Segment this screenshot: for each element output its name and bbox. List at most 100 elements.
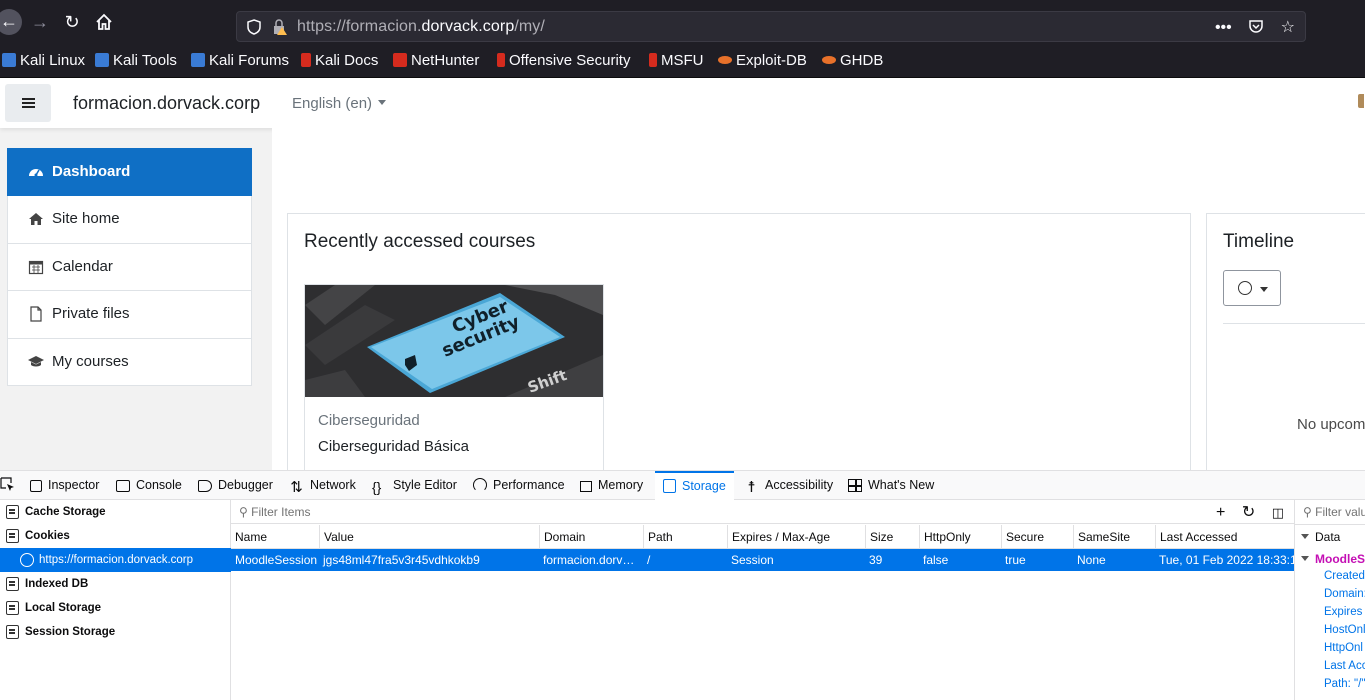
- tree-item-indexed-db[interactable]: Indexed DB: [0, 572, 231, 596]
- column-header-last-accessed[interactable]: Last Accessed: [1155, 525, 1294, 549]
- tab-memory[interactable]: Memory: [580, 471, 643, 500]
- storage-type-icon: [6, 601, 19, 615]
- storage-type-icon: [6, 505, 19, 519]
- prop-domain: Domain:: [1324, 588, 1365, 600]
- divider: [1223, 323, 1365, 324]
- shield-icon[interactable]: [247, 19, 261, 35]
- cell-samesite: None: [1077, 553, 1106, 567]
- column-header-path[interactable]: Path: [643, 525, 727, 549]
- bookmark-star-icon[interactable]: ☆: [1281, 17, 1295, 37]
- browser-toolbar: ← → ↻ https://formacion.dorvack.corp/my/…: [0, 0, 1365, 44]
- session-node[interactable]: MoodleSe: [1301, 552, 1365, 566]
- toggle-sidebar-icon[interactable]: ◫: [1272, 505, 1284, 521]
- bookmark-nethunter[interactable]: NetHunter: [393, 52, 479, 69]
- site-name-link[interactable]: formacion.dorvack.corp: [73, 93, 260, 114]
- prop-created: Created:: [1324, 570, 1365, 582]
- tab-storage[interactable]: Storage: [655, 471, 734, 500]
- bookmark-kali-forums[interactable]: Kali Forums: [191, 52, 289, 69]
- pocket-icon[interactable]: [1248, 18, 1264, 37]
- lock-warning-icon[interactable]: [273, 19, 287, 35]
- tab-network[interactable]: ⇅ Network: [289, 471, 356, 500]
- column-header-samesite[interactable]: SameSite: [1073, 525, 1155, 549]
- nethunter-icon: [393, 53, 407, 67]
- tab-inspector[interactable]: Inspector: [30, 471, 99, 500]
- column-header-size[interactable]: Size: [865, 525, 919, 549]
- add-item-icon[interactable]: +: [1216, 504, 1225, 522]
- filter-items-input[interactable]: ⚲ Filter Items: [239, 505, 310, 519]
- kali-dragon-icon: [191, 53, 205, 67]
- calendar-icon: [28, 260, 44, 274]
- course-card[interactable]: Cyber security Shift Ciberseguridad Cibe…: [304, 284, 604, 470]
- column-header-value[interactable]: Value: [319, 525, 539, 549]
- column-header-domain[interactable]: Domain: [539, 525, 643, 549]
- tree-item-session-storage[interactable]: Session Storage: [0, 620, 231, 644]
- bookmark-kali-docs[interactable]: Kali Docs: [301, 52, 378, 69]
- exploit-db-icon: [822, 56, 836, 64]
- column-header-secure[interactable]: Secure: [1001, 525, 1073, 549]
- tree-item-cookies[interactable]: Cookies: [0, 524, 231, 548]
- url-bar[interactable]: https://formacion.dorvack.corp/my/ ••• ☆: [236, 11, 1306, 42]
- sidebar-item-private-files[interactable]: Private files: [7, 291, 252, 339]
- filter-bar: ⚲ Filter Items + ↻ ◫: [231, 500, 1294, 524]
- bookmark-exploit-db[interactable]: Exploit-DB: [718, 52, 807, 69]
- cell-name: MoodleSession: [235, 553, 318, 567]
- sidebar-item-dashboard[interactable]: Dashboard: [7, 148, 252, 196]
- home-icon: [29, 213, 43, 225]
- back-button[interactable]: ←: [0, 9, 22, 35]
- language-menu[interactable]: English (en): [292, 95, 387, 112]
- url-text[interactable]: https://formacion.dorvack.corp/my/: [297, 18, 545, 36]
- element-picker-button[interactable]: [0, 471, 21, 500]
- tab-debugger[interactable]: Debugger: [198, 471, 273, 500]
- course-image[interactable]: Cyber security Shift: [305, 285, 603, 397]
- timeline-block: Timeline No upcom: [1206, 213, 1365, 470]
- prop-hostonly: HostOnl: [1324, 624, 1365, 636]
- refresh-icon[interactable]: ↻: [1242, 502, 1255, 522]
- storage-icon: [663, 479, 676, 493]
- offsec-icon: [649, 53, 657, 67]
- reload-button[interactable]: ↻: [60, 10, 84, 34]
- bookmarks-toolbar: Kali Linux Kali Tools Kali Forums Kali D…: [0, 44, 1365, 78]
- home-button[interactable]: [92, 10, 116, 34]
- bookmark-offensive-security[interactable]: Offensive Security: [497, 52, 630, 69]
- tree-item-cookie-host[interactable]: https://formacion.dorvack.corp: [0, 548, 231, 572]
- caret-down-icon: [378, 100, 387, 105]
- exploit-db-icon: [718, 56, 732, 64]
- storage-tree: Cache Storage Cookies https://formacion.…: [0, 500, 231, 700]
- data-section-header[interactable]: Data: [1301, 530, 1340, 544]
- sidebar-item-my-courses[interactable]: My courses: [7, 338, 252, 386]
- bookmark-kali-tools[interactable]: Kali Tools: [95, 52, 177, 69]
- timeline-filter-button[interactable]: [1223, 270, 1281, 306]
- forward-button[interactable]: →: [28, 10, 52, 34]
- column-header-expires[interactable]: Expires / Max-Age: [727, 525, 865, 549]
- style-editor-icon: {}: [372, 479, 382, 495]
- prop-httponly: HttpOnl: [1324, 642, 1363, 654]
- globe-icon: [20, 553, 34, 567]
- web-page: formacion.dorvack.corp English (en) Dash…: [0, 78, 1365, 470]
- sidebar-item-site-home[interactable]: Site home: [7, 196, 252, 244]
- prop-expires: Expires /: [1324, 606, 1365, 618]
- filter-values-input[interactable]: ⚲ Filter valu: [1303, 505, 1365, 519]
- course-category: Ciberseguridad: [318, 412, 420, 429]
- tab-accessibility[interactable]: ☨ Accessibility: [744, 471, 833, 500]
- tab-whats-new[interactable]: What's New: [848, 471, 934, 500]
- tree-item-local-storage[interactable]: Local Storage: [0, 596, 231, 620]
- tab-performance[interactable]: Performance: [473, 471, 565, 500]
- no-upcoming-text: No upcom: [1297, 416, 1365, 433]
- column-header-httponly[interactable]: HttpOnly: [919, 525, 1001, 549]
- sidebar-item-calendar[interactable]: Calendar: [7, 243, 252, 291]
- table-row[interactable]: MoodleSession jgs48ml47fra5v3r45vdhkokb9…: [231, 549, 1294, 571]
- gift-icon: [848, 479, 862, 492]
- tree-item-cache-storage[interactable]: Cache Storage: [0, 500, 231, 524]
- bookmark-kali-linux[interactable]: Kali Linux: [2, 52, 85, 69]
- column-header-name[interactable]: Name: [231, 525, 319, 549]
- bookmark-ghdb[interactable]: GHDB: [822, 52, 883, 69]
- course-name-link[interactable]: Ciberseguridad Básica: [318, 438, 469, 455]
- tab-console[interactable]: Console: [116, 471, 182, 500]
- bookmark-msfu[interactable]: MSFU: [649, 52, 704, 69]
- memory-icon: [580, 481, 592, 492]
- user-menu-icon[interactable]: [1358, 94, 1364, 108]
- tab-style-editor[interactable]: {} Style Editor: [372, 471, 457, 500]
- page-actions-icon[interactable]: •••: [1215, 19, 1232, 37]
- cookie-table-panel: ⚲ Filter Items + ↻ ◫ Name Value Domain P…: [231, 500, 1294, 700]
- drawer-toggle-button[interactable]: [5, 84, 51, 122]
